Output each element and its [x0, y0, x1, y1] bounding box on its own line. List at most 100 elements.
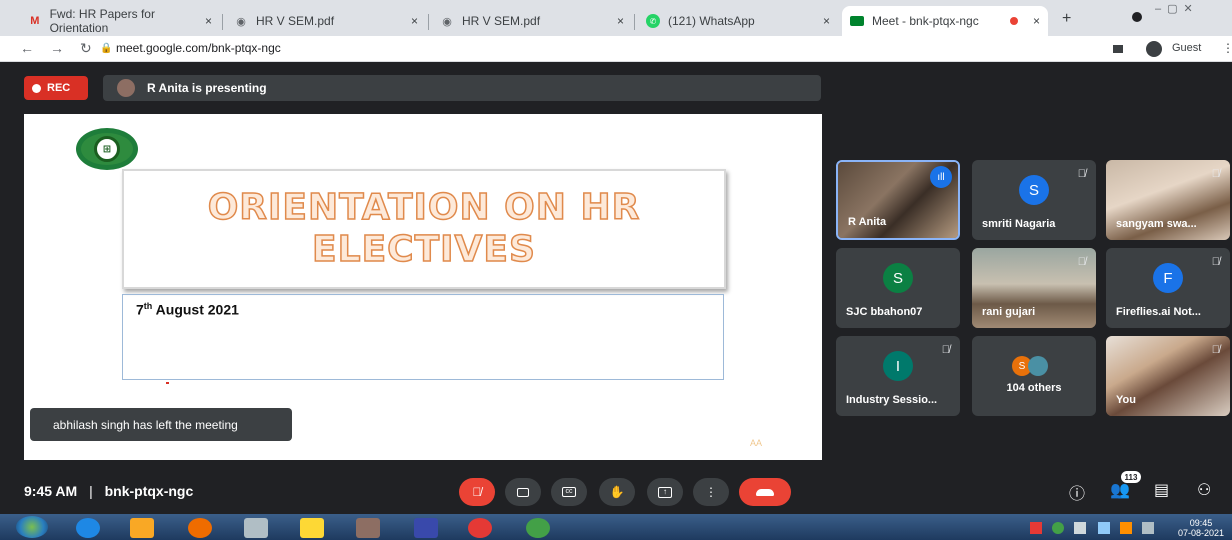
os-taskbar: 09:45 07-08-2021: [0, 514, 1232, 540]
participant-avatar: I: [883, 351, 913, 382]
participant-tile[interactable]: 🎙̸ rani gujari: [972, 248, 1096, 328]
slide-title-line1: ORIENTATION ON HR: [207, 186, 641, 229]
participant-tile[interactable]: 🎙̸ F Fireflies.ai Not...: [1106, 248, 1230, 328]
profile-label[interactable]: Guest: [1172, 42, 1201, 54]
media-player-icon[interactable]: [130, 518, 154, 538]
clock-date: 07-08-2021: [1177, 528, 1224, 538]
wps-icon[interactable]: [414, 518, 438, 538]
close-tab-icon[interactable]: ×: [823, 14, 830, 28]
chrome-icon[interactable]: [526, 518, 550, 538]
mic-off-icon: 🎙̸: [1211, 168, 1220, 180]
profile-avatar-icon[interactable]: [1146, 41, 1162, 57]
record-dot-icon: [32, 83, 41, 93]
hand-icon: ✋: [609, 485, 625, 499]
tab-gmail[interactable]: M Fwd: HR Papers for Orientation ×: [20, 6, 220, 36]
tab-label: HR V SEM.pdf: [256, 14, 335, 28]
tab-search-icon[interactable]: [1132, 12, 1142, 22]
browser-tab-bar: M Fwd: HR Papers for Orientation × ◉ HR …: [0, 0, 1232, 36]
mic-toggle-button[interactable]: 🎙̸: [459, 478, 495, 506]
gmail-icon: M: [30, 15, 40, 27]
participant-tile[interactable]: 🎙̸ I Industry Sessio...: [836, 336, 960, 416]
participant-name: rani gujari: [982, 306, 1036, 318]
lock-icon: 🔒: [100, 43, 113, 54]
leave-call-button[interactable]: [739, 478, 791, 506]
tab-pdf-1[interactable]: ◉ HR V SEM.pdf ×: [226, 6, 426, 36]
close-tab-icon[interactable]: ×: [617, 14, 624, 28]
url-field[interactable]: meet.google.com/bnk-ptqx-ngc: [116, 41, 281, 55]
ie-icon[interactable]: [76, 518, 100, 538]
reload-icon[interactable]: ↻: [80, 40, 92, 57]
college-logo: ⊞: [76, 128, 138, 170]
participant-avatar: F: [1153, 263, 1183, 294]
globe-icon: ◉: [442, 15, 452, 28]
participant-tile[interactable]: S SJC bbahon07: [836, 248, 960, 328]
tools-icon[interactable]: [244, 518, 268, 538]
tab-whatsapp[interactable]: ✆ (121) WhatsApp ×: [638, 6, 838, 36]
left-meeting-toast: abhilash singh has left the meeting: [30, 408, 292, 441]
people-icon[interactable]: 👥: [1110, 480, 1130, 500]
address-bar: ← → ↻ 🔒 meet.google.com/bnk-ptqx-ngc Gue…: [0, 36, 1232, 62]
more-vert-icon: ⋮: [705, 485, 717, 499]
window-controls-icon[interactable]: –▢✕: [1155, 2, 1229, 20]
close-tab-icon[interactable]: ×: [411, 14, 418, 28]
slide-title-box: ORIENTATION ON HR ELECTIVES: [122, 169, 726, 289]
firefox-icon[interactable]: [188, 518, 212, 538]
system-clock[interactable]: 09:45 07-08-2021: [1178, 518, 1224, 538]
tab-pdf-2[interactable]: ◉ HR V SEM.pdf ×: [432, 6, 632, 36]
tab-separator: [222, 14, 223, 30]
start-button-icon[interactable]: [16, 516, 48, 538]
recording-badge: REC: [24, 76, 88, 100]
network-icon[interactable]: [1098, 522, 1110, 534]
tray-icon[interactable]: [1120, 522, 1132, 534]
activities-icon[interactable]: ⚇: [1197, 480, 1211, 500]
others-tile[interactable]: S 104 others: [972, 336, 1096, 416]
new-tab-button[interactable]: +: [1062, 10, 1071, 28]
participant-name: smriti Nagaria: [982, 218, 1056, 230]
close-tab-icon[interactable]: ×: [1033, 14, 1040, 28]
participant-name: SJC bbahon07: [846, 306, 923, 318]
tray-icon[interactable]: [1052, 522, 1064, 534]
whatsapp-icon: ✆: [646, 14, 660, 28]
tray-icon[interactable]: [1142, 522, 1154, 534]
tab-meet[interactable]: Meet - bnk-ptqx-ngc ×: [842, 6, 1048, 36]
camera-toggle-button[interactable]: [505, 478, 541, 506]
participant-tile[interactable]: 🎙̸ S smriti Nagaria: [972, 160, 1096, 240]
present-button[interactable]: ↑: [647, 478, 683, 506]
chrome-icon[interactable]: [468, 518, 492, 538]
folder-icon[interactable]: [300, 518, 324, 538]
slide-date-box: 7th August 2021: [122, 294, 724, 380]
raise-hand-button[interactable]: ✋: [599, 478, 635, 506]
volume-icon[interactable]: [1074, 522, 1086, 534]
info-separator: |: [89, 483, 93, 499]
mic-off-icon: 🎙̸: [941, 344, 950, 356]
more-options-button[interactable]: ⋮: [693, 478, 729, 506]
mic-off-icon: 🎙̸: [1077, 256, 1086, 268]
meeting-time: 9:45 AM: [24, 483, 78, 499]
tab-label: (121) WhatsApp: [668, 14, 755, 28]
mic-off-icon: 🎙̸: [1211, 256, 1220, 268]
hang-up-icon: [756, 488, 774, 496]
meet-stage: REC R Anita is presenting ⊞ ORIENTATION …: [0, 62, 1232, 514]
clock-time: 09:45: [1189, 518, 1213, 528]
close-tab-icon[interactable]: ×: [205, 14, 212, 28]
menu-kebab-icon[interactable]: ⋮: [1222, 41, 1232, 55]
tray-icon[interactable]: [1030, 522, 1042, 534]
captions-button[interactable]: cc: [551, 478, 587, 506]
tab-label: Fwd: HR Papers for Orientation: [49, 7, 155, 35]
participant-name: R Anita: [848, 216, 887, 228]
self-tile[interactable]: 🎙̸ You: [1106, 336, 1230, 416]
camera-indicator-icon[interactable]: [1113, 45, 1123, 53]
participant-name: Industry Sessio...: [846, 394, 938, 406]
participant-tile[interactable]: ıll R Anita: [836, 160, 960, 240]
meeting-info: 9:45 AM | bnk-ptqx-ngc: [24, 483, 193, 499]
participant-avatar: S: [883, 263, 913, 294]
tab-label: HR V SEM.pdf: [462, 14, 541, 28]
camera-icon: [517, 487, 529, 497]
app-icon[interactable]: [356, 518, 380, 538]
forward-arrow-icon[interactable]: →: [50, 40, 64, 56]
meeting-details-icon[interactable]: ⓘ: [1069, 480, 1085, 504]
participant-tile[interactable]: 🎙̸ sangyam swa...: [1106, 160, 1230, 240]
logo-emblem-icon: ⊞: [94, 136, 120, 162]
back-arrow-icon[interactable]: ←: [20, 40, 34, 56]
chat-icon[interactable]: ▤: [1154, 480, 1169, 500]
